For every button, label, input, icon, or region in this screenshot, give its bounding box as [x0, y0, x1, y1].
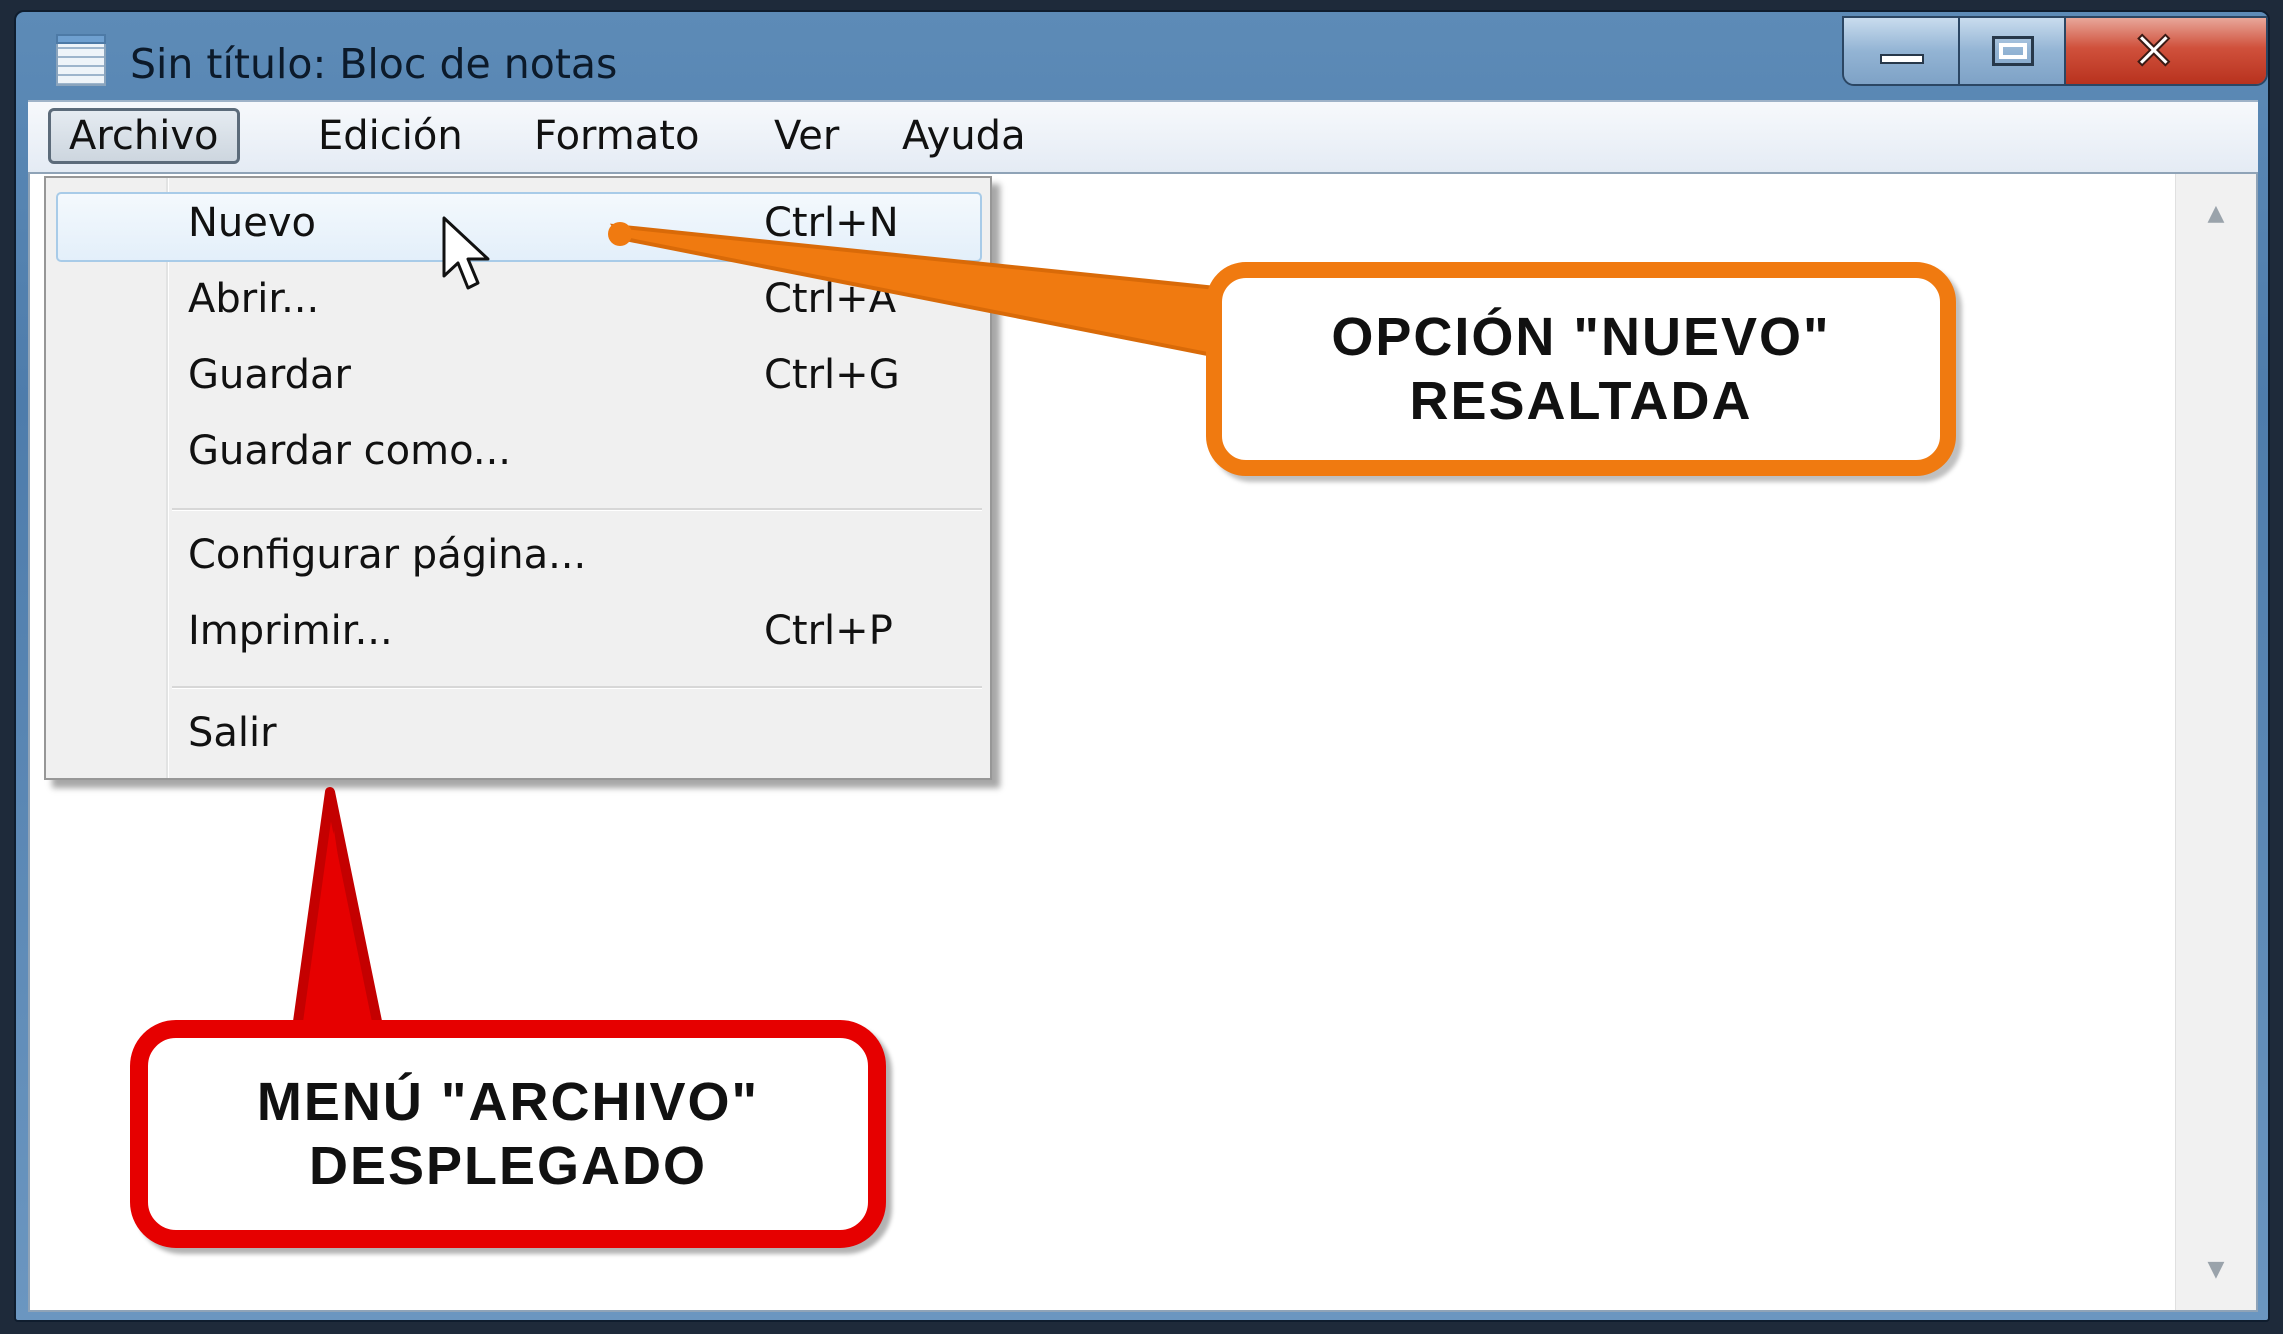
- menu-item-label: Salir: [188, 710, 277, 756]
- callout-nuevo-resaltada: OPCIÓN "NUEVO" RESALTADA: [1206, 262, 1956, 476]
- menu-ayuda[interactable]: Ayuda: [884, 108, 1044, 164]
- menu-item-label: Guardar: [188, 352, 351, 398]
- close-button[interactable]: ✕: [2066, 18, 2266, 84]
- menu-ver[interactable]: Ver: [756, 108, 857, 164]
- menu-item-label: Imprimir...: [188, 608, 393, 654]
- menu-archivo[interactable]: Archivo: [48, 108, 240, 164]
- menu-item-guardar[interactable]: Guardar Ctrl+G: [46, 340, 990, 412]
- callout-text: MENÚ "ARCHIVO" DESPLEGADO: [256, 1072, 760, 1196]
- menu-item-abrir[interactable]: Abrir... Ctrl+A: [46, 264, 990, 336]
- scroll-up-icon[interactable]: ▲: [2176, 184, 2256, 244]
- scroll-down-icon[interactable]: ▼: [2176, 1240, 2256, 1300]
- maximize-icon: [1992, 36, 2034, 66]
- close-icon: ✕: [2131, 22, 2177, 82]
- menu-item-shortcut: Ctrl+P: [764, 608, 893, 654]
- title-bar[interactable]: Sin título: Bloc de notas ✕: [16, 12, 2268, 112]
- caption-buttons: ✕: [1842, 16, 2268, 86]
- window-title: Sin título: Bloc de notas: [130, 40, 618, 88]
- menu-item-salir[interactable]: Salir: [46, 698, 990, 770]
- menu-item-shortcut: Ctrl+G: [764, 352, 900, 398]
- menu-edicion[interactable]: Edición: [300, 108, 481, 164]
- menu-item-label: Guardar como...: [188, 428, 512, 474]
- callout-menu-archivo-desplegado: MENÚ "ARCHIVO" DESPLEGADO: [130, 1020, 886, 1248]
- menu-item-nuevo[interactable]: Nuevo Ctrl+N: [46, 188, 990, 262]
- menu-item-label: Abrir...: [188, 276, 320, 322]
- menu-item-label: Nuevo: [188, 200, 317, 246]
- notepad-icon[interactable]: [56, 34, 106, 86]
- menu-item-configurar-pagina[interactable]: Configurar página...: [46, 520, 990, 592]
- menu-separator: [172, 686, 982, 689]
- menu-item-shortcut: Ctrl+A: [764, 276, 897, 322]
- menu-bar: Archivo Edición Formato Ver Ayuda: [28, 100, 2258, 172]
- menu-formato[interactable]: Formato: [516, 108, 717, 164]
- menu-separator: [172, 508, 982, 511]
- menu-item-label: Configurar página...: [188, 532, 587, 578]
- vertical-scrollbar[interactable]: ▲ ▼: [2175, 174, 2256, 1310]
- minimize-icon: [1880, 54, 1924, 64]
- menu-item-imprimir[interactable]: Imprimir... Ctrl+P: [46, 596, 990, 668]
- menu-item-shortcut: Ctrl+N: [764, 200, 899, 246]
- callout-text: OPCIÓN "NUEVO" RESALTADA: [1331, 307, 1831, 431]
- menu-item-guardar-como[interactable]: Guardar como...: [46, 416, 990, 488]
- mouse-pointer-icon: [442, 216, 490, 290]
- minimize-button[interactable]: [1844, 18, 1960, 84]
- maximize-button[interactable]: [1960, 18, 2066, 84]
- file-menu-dropdown: Nuevo Ctrl+N Abrir... Ctrl+A Guardar Ctr…: [44, 176, 992, 780]
